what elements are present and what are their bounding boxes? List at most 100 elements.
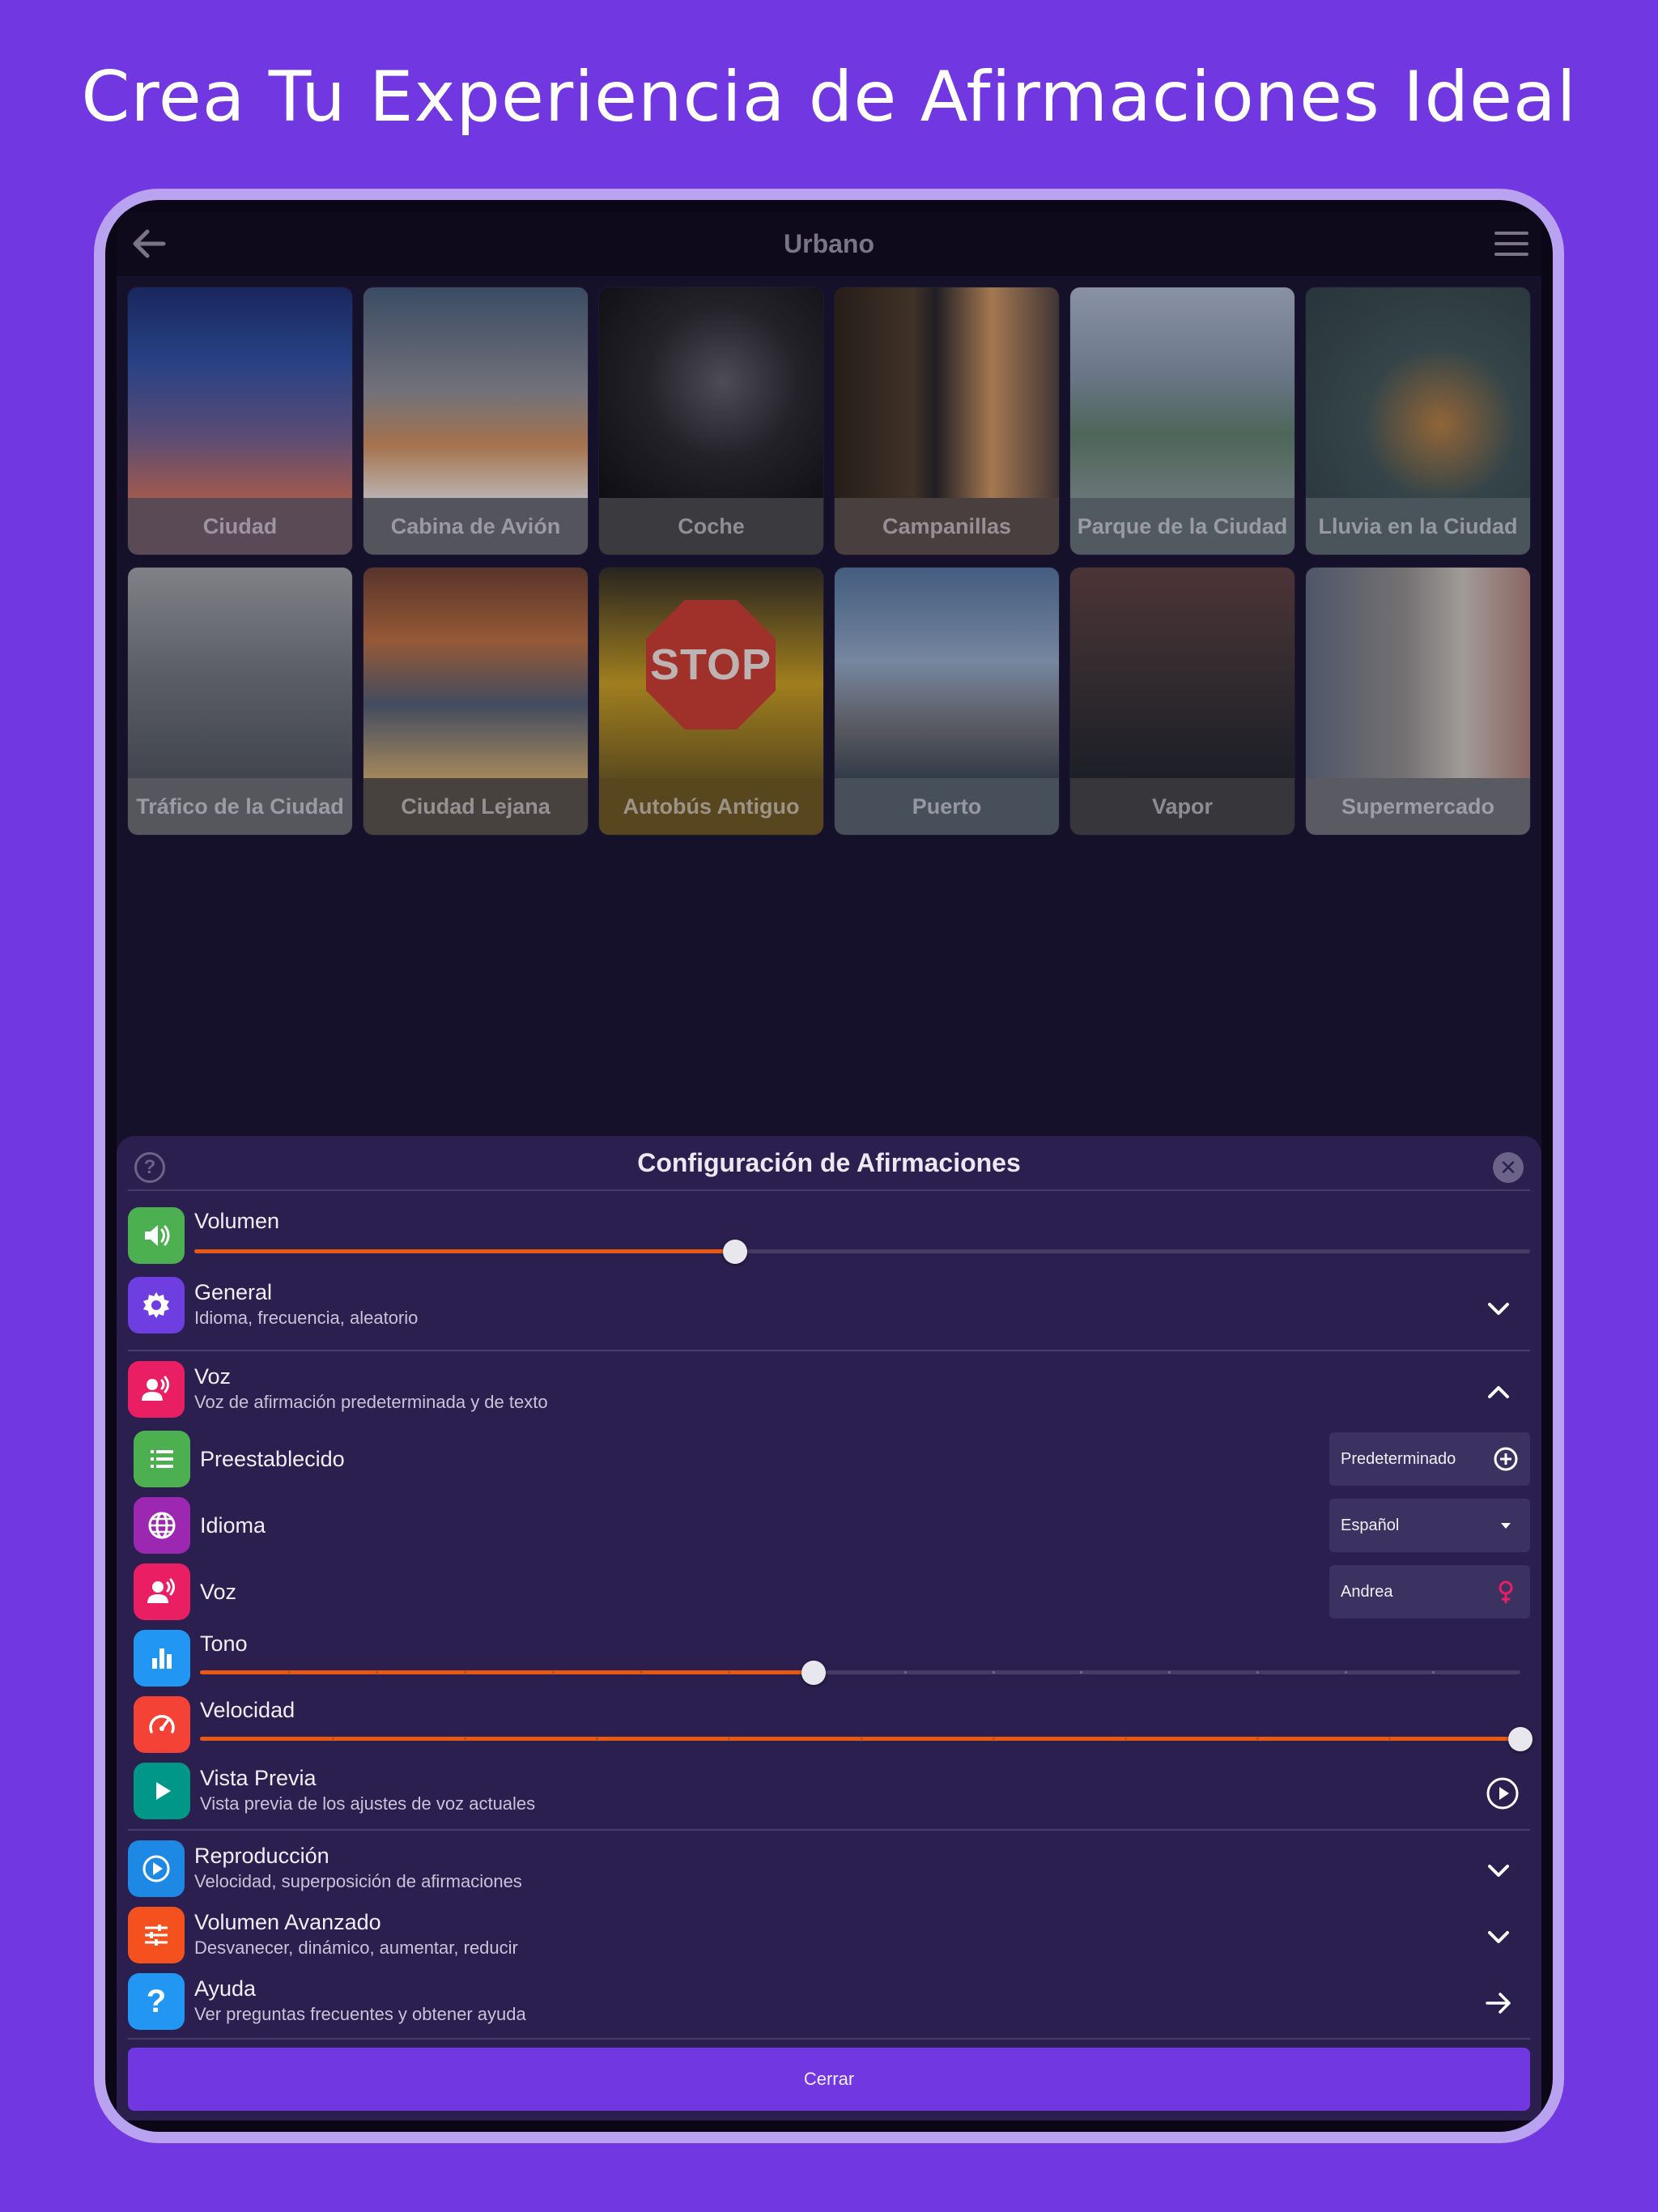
playback-label: Reproducción bbox=[194, 1844, 329, 1868]
slider-thumb[interactable] bbox=[801, 1661, 827, 1685]
advanced-volume-label: Volumen Avanzado bbox=[194, 1910, 381, 1934]
speed-row: Velocidad bbox=[128, 1696, 1533, 1753]
divider bbox=[128, 1350, 1530, 1351]
sound-label: Vapor bbox=[1070, 778, 1295, 835]
speaker-icon bbox=[128, 1207, 185, 1264]
sound-label: Campanillas bbox=[835, 498, 1059, 555]
slider-tick bbox=[1432, 1671, 1435, 1674]
preset-select[interactable]: Predeterminado bbox=[1329, 1432, 1530, 1486]
sound-image bbox=[1306, 568, 1530, 778]
voice-section-subtitle: Voz de afirmación predeterminada y de te… bbox=[194, 1392, 548, 1412]
speedometer-icon bbox=[134, 1696, 190, 1753]
sound-image bbox=[835, 287, 1059, 498]
settings-title: Configuración de Afirmaciones bbox=[637, 1147, 1021, 1177]
sound-tile-ciudad-lejana[interactable]: Ciudad Lejana bbox=[363, 568, 588, 835]
sound-tile-coche[interactable]: Coche bbox=[599, 287, 823, 555]
advanced-volume-row[interactable]: Volumen Avanzado Desvanecer, dinámico, a… bbox=[128, 1907, 1530, 1965]
slider-tick bbox=[728, 1738, 731, 1740]
speed-slider[interactable] bbox=[200, 1727, 1533, 1751]
voice-value: Andrea bbox=[1341, 1582, 1393, 1601]
slider-tick bbox=[728, 1671, 731, 1674]
sound-image bbox=[1070, 568, 1295, 778]
slider-tick bbox=[332, 1738, 335, 1740]
divider bbox=[128, 2038, 1530, 2040]
sound-image bbox=[1306, 287, 1530, 498]
app-screen: Urbano Ciudad Cabina de Avión Coche Camp… bbox=[117, 211, 1541, 2121]
pitch-label: Tono bbox=[200, 1631, 248, 1656]
slider-thumb[interactable] bbox=[723, 1240, 748, 1264]
sound-image bbox=[128, 568, 352, 778]
close-button[interactable]: Cerrar bbox=[128, 2048, 1530, 2111]
sound-tile-supermercado[interactable]: Supermercado bbox=[1306, 568, 1530, 835]
divider bbox=[128, 1829, 1530, 1831]
slider-tick bbox=[287, 1671, 291, 1674]
slider-tick bbox=[992, 1671, 995, 1674]
sound-tile-campanillas[interactable]: Campanillas bbox=[835, 287, 1059, 555]
sound-label: Cabina de Avión bbox=[363, 498, 588, 555]
language-value: Español bbox=[1341, 1516, 1400, 1534]
preview-row[interactable]: Vista Previa Vista previa de los ajustes… bbox=[128, 1763, 1530, 1821]
close-icon[interactable]: ✕ bbox=[1493, 1152, 1524, 1183]
sound-tile-autobus-antiguo[interactable]: STOP Autobús Antiguo bbox=[599, 568, 823, 835]
sound-grid: Ciudad Cabina de Avión Coche Campanillas… bbox=[128, 287, 1530, 835]
sound-image bbox=[363, 287, 588, 498]
speaking-person-icon bbox=[128, 1361, 185, 1418]
play-circle-icon[interactable] bbox=[1485, 1776, 1520, 1811]
bar-chart-icon bbox=[134, 1630, 190, 1687]
sound-tile-vapor[interactable]: Vapor bbox=[1070, 568, 1295, 835]
globe-icon bbox=[134, 1497, 190, 1554]
sound-label: Supermercado bbox=[1306, 778, 1530, 835]
list-icon bbox=[134, 1431, 190, 1487]
sound-tile-lluvia-en-la-ciudad[interactable]: Lluvia en la Ciudad bbox=[1306, 287, 1530, 555]
pitch-slider[interactable] bbox=[200, 1661, 1520, 1685]
voice-section-row[interactable]: Voz Voz de afirmación predeterminada y d… bbox=[128, 1361, 1530, 1426]
help-subtitle: Ver preguntas frecuentes y obtener ayuda bbox=[194, 2004, 526, 2024]
volume-slider[interactable] bbox=[194, 1240, 1530, 1264]
voice-select[interactable]: Andrea bbox=[1329, 1565, 1530, 1619]
sound-tile-puerto[interactable]: Puerto bbox=[835, 568, 1059, 835]
chevron-down-icon[interactable] bbox=[1483, 1921, 1514, 1952]
sound-label: Parque de la Ciudad bbox=[1070, 498, 1295, 555]
slider-fill bbox=[194, 1249, 736, 1253]
sound-label: Coche bbox=[599, 498, 823, 555]
slider-thumb[interactable] bbox=[1508, 1727, 1533, 1751]
sound-image bbox=[1070, 287, 1295, 498]
help-row[interactable]: ? Ayuda Ver preguntas frecuentes y obten… bbox=[128, 1973, 1530, 2031]
general-subtitle: Idioma, frecuencia, aleatorio bbox=[194, 1308, 419, 1328]
language-label: Idioma bbox=[200, 1513, 266, 1538]
gear-icon bbox=[128, 1277, 185, 1334]
slider-tick bbox=[1344, 1671, 1347, 1674]
female-icon bbox=[1499, 1580, 1513, 1603]
slider-tick bbox=[1168, 1671, 1171, 1674]
playback-row[interactable]: Reproducción Velocidad, superposición de… bbox=[128, 1840, 1530, 1899]
slider-tick bbox=[860, 1738, 863, 1740]
hamburger-menu-icon[interactable] bbox=[1493, 229, 1530, 258]
pitch-row: Tono bbox=[128, 1630, 1530, 1687]
sound-image: STOP bbox=[599, 568, 823, 778]
sound-tile-cabina-de-avion[interactable]: Cabina de Avión bbox=[363, 287, 588, 555]
slider-tick bbox=[596, 1738, 599, 1740]
chevron-down-icon[interactable] bbox=[1483, 1293, 1514, 1324]
play-icon bbox=[134, 1763, 190, 1819]
arrow-right-icon[interactable] bbox=[1483, 1988, 1514, 2018]
volume-label: Volumen bbox=[194, 1209, 280, 1233]
arrow-left-icon[interactable] bbox=[131, 228, 167, 260]
slider-tick bbox=[464, 1738, 467, 1740]
sound-tile-parque-de-la-ciudad[interactable]: Parque de la Ciudad bbox=[1070, 287, 1295, 555]
preset-row: Preestablecido Predeterminado bbox=[128, 1431, 1530, 1487]
slider-tick bbox=[1124, 1738, 1127, 1740]
help-circle-icon[interactable]: ? bbox=[134, 1152, 165, 1183]
settings-sheet: ? Configuración de Afirmaciones ✕ Volume… bbox=[117, 1136, 1541, 2121]
preview-label: Vista Previa bbox=[200, 1766, 317, 1790]
chevron-up-icon[interactable] bbox=[1483, 1377, 1514, 1408]
slider-tick bbox=[1256, 1671, 1259, 1674]
add-circle-icon[interactable] bbox=[1493, 1446, 1519, 1472]
chevron-down-icon[interactable] bbox=[1483, 1855, 1514, 1886]
sound-image bbox=[599, 287, 823, 498]
language-select[interactable]: Español bbox=[1329, 1499, 1530, 1552]
voice-section-label: Voz bbox=[194, 1364, 232, 1389]
sound-tile-trafico-de-la-ciudad[interactable]: Tráfico de la Ciudad bbox=[128, 568, 352, 835]
sound-tile-ciudad[interactable]: Ciudad bbox=[128, 287, 352, 555]
page-title: Urbano bbox=[784, 228, 874, 258]
general-row[interactable]: General Idioma, frecuencia, aleatorio bbox=[128, 1277, 1530, 1342]
